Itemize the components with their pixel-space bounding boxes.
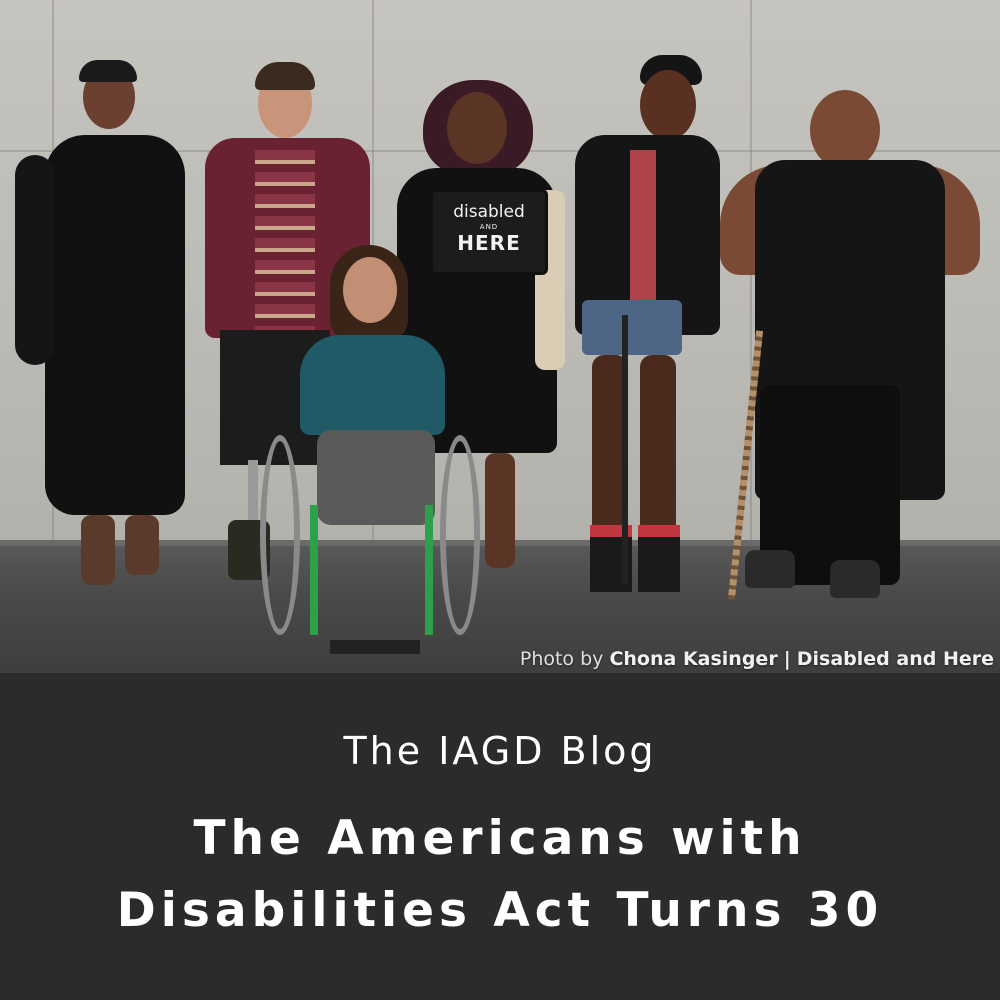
photo-credit: Photo by Chona Kasinger | Disabled and H…	[520, 648, 994, 670]
person-with-cane	[720, 85, 980, 605]
photo-credit-photographer: Chona Kasinger	[609, 648, 778, 670]
title-panel: The IAGD Blog The Americans with Disabil…	[0, 673, 1000, 1000]
sign-line-1: disabled	[453, 202, 525, 222]
wheelchair	[260, 415, 480, 665]
headline-line-2: Disabilities Act Turns 30	[116, 883, 884, 938]
photo-credit-project: Disabled and Here	[796, 648, 994, 670]
sign-line-2: AND	[479, 223, 499, 231]
group-photo: disabled AND HERE Photo by Chona Kasinge…	[0, 0, 1000, 673]
blog-name: The IAGD Blog	[343, 729, 657, 773]
post-headline: The Americans with Disabilities Act Turn…	[0, 803, 1000, 947]
person-black-dress	[15, 60, 215, 590]
photo-credit-separator: |	[783, 648, 791, 670]
photo-credit-prefix: Photo by	[519, 648, 604, 670]
person-in-wheelchair	[255, 245, 485, 670]
headline-line-1: The Americans with	[193, 811, 807, 866]
person-denim-shorts	[570, 55, 725, 595]
blog-post-card: disabled AND HERE Photo by Chona Kasinge…	[0, 0, 1000, 1000]
